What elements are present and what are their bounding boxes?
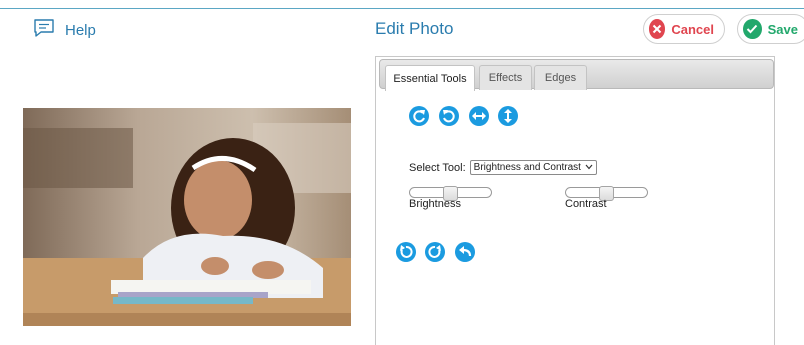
tab-edges[interactable]: Edges	[534, 65, 587, 90]
cancel-button[interactable]: Cancel	[643, 14, 725, 44]
help-link[interactable]: Help	[33, 18, 96, 43]
brightness-label: Brightness	[409, 198, 461, 210]
chat-bubble-icon	[33, 18, 55, 43]
redo-icon[interactable]	[425, 242, 445, 262]
tab-essential-tools[interactable]: Essential Tools	[385, 65, 475, 91]
flip-horizontal-icon[interactable]	[469, 106, 489, 126]
help-label: Help	[65, 22, 96, 39]
header-divider	[0, 8, 804, 9]
chevron-down-icon	[585, 162, 593, 173]
tab-effects[interactable]: Effects	[479, 65, 532, 90]
undo-icon[interactable]	[396, 242, 416, 262]
contrast-label: Contrast	[565, 198, 607, 210]
select-tool-value: Brightness and Contrast	[473, 162, 581, 173]
rotate-right-icon[interactable]	[439, 106, 459, 126]
reset-icon[interactable]	[455, 242, 475, 262]
checkmark-icon	[743, 19, 762, 39]
select-tool-dropdown[interactable]: Brightness and Contrast	[469, 160, 597, 175]
contrast-slider[interactable]	[565, 186, 648, 201]
close-icon	[649, 19, 666, 39]
select-tool-row: Select Tool: Brightness and Contrast	[409, 160, 597, 175]
rotate-left-icon[interactable]	[409, 106, 429, 126]
flip-vertical-icon[interactable]	[498, 106, 518, 126]
brightness-slider[interactable]	[409, 186, 492, 201]
tab-bar: Essential Tools Effects Edges	[379, 59, 774, 91]
select-tool-label: Select Tool:	[409, 161, 466, 174]
save-label: Save	[767, 21, 798, 37]
photo-preview	[23, 108, 351, 326]
cancel-label: Cancel	[671, 21, 714, 37]
save-button[interactable]: Save	[737, 14, 804, 44]
page-title: Edit Photo	[375, 19, 454, 38]
